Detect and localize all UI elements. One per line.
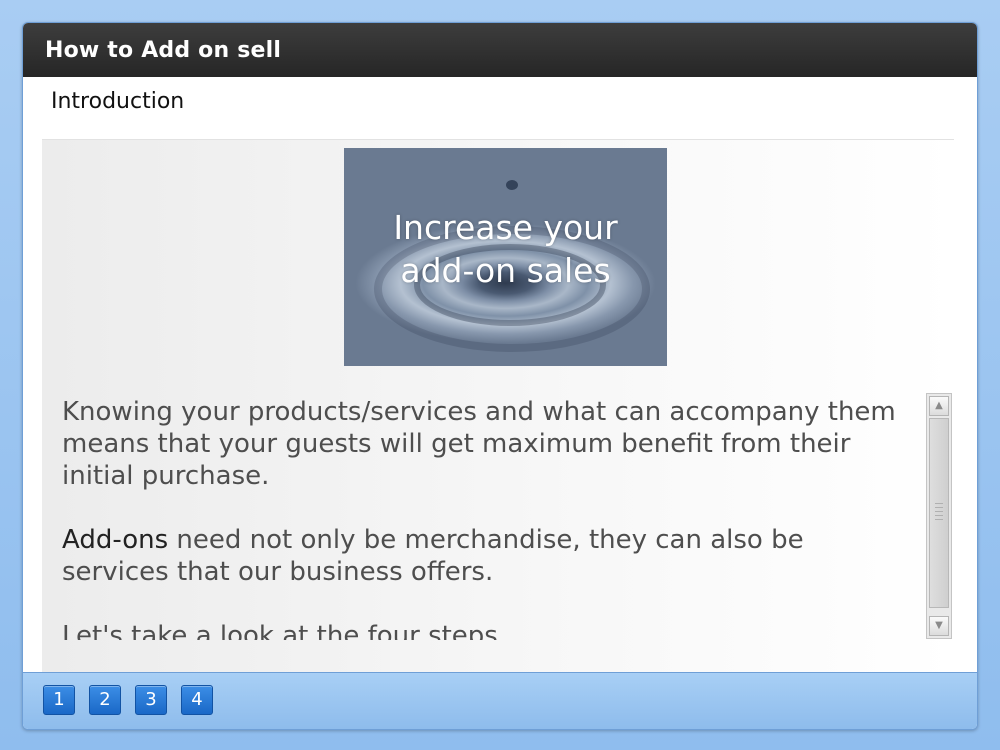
text-scrollbar[interactable]: ▲ ▼ <box>926 393 952 639</box>
add-ons-term: Add-ons <box>62 525 169 555</box>
scroll-thumb[interactable] <box>929 418 949 608</box>
page-button-2[interactable]: 2 <box>89 685 121 715</box>
content-panel: Increase your add-on sales Knowing your … <box>42 139 954 672</box>
hero-caption-line2: add-on sales <box>400 251 611 290</box>
page-button-4[interactable]: 4 <box>181 685 213 715</box>
intro-text-area[interactable]: Knowing your products/services and what … <box>62 396 902 640</box>
page-button-3[interactable]: 3 <box>135 685 167 715</box>
scroll-up-arrow-icon: ▲ <box>935 400 943 411</box>
scroll-down-arrow-icon: ▼ <box>935 620 943 631</box>
paragraph-1: Knowing your products/services and what … <box>62 397 896 491</box>
paragraph-2: Add-ons need not only be merchandise, th… <box>62 524 902 588</box>
section-title: Introduction <box>51 89 185 114</box>
hero-image: Increase your add-on sales <box>344 148 667 366</box>
page-button-1[interactable]: 1 <box>43 685 75 715</box>
scroll-up-button[interactable]: ▲ <box>929 396 949 416</box>
water-drop-icon <box>506 180 518 190</box>
lesson-window: How to Add on sell Introduction Increase… <box>22 22 978 730</box>
scroll-down-button[interactable]: ▼ <box>929 616 949 636</box>
title-bar: How to Add on sell <box>23 23 977 77</box>
paragraph-2-text: need not only be merchandise, they can a… <box>62 525 804 587</box>
hero-caption-line1: Increase your <box>393 208 618 247</box>
window-title: How to Add on sell <box>45 37 282 63</box>
paragraph-3: Let's take a look at the four steps <box>62 621 498 640</box>
hero-caption: Increase your add-on sales <box>344 206 667 292</box>
pagination-bar: 1 2 3 4 <box>23 672 977 729</box>
